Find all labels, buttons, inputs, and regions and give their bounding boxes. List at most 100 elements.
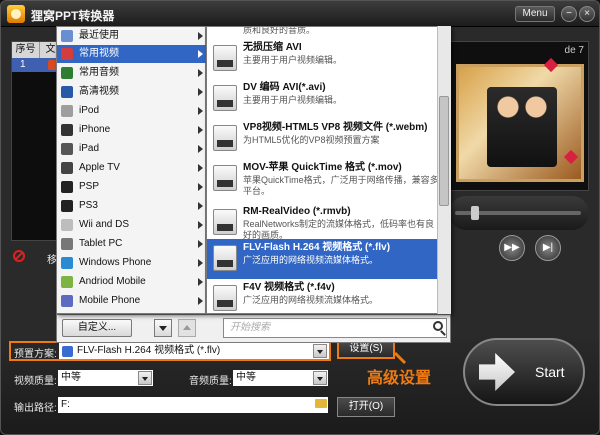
- category-label: Apple TV: [79, 162, 120, 173]
- category-item-ipad[interactable]: iPad: [57, 140, 207, 158]
- format-title: F4V 视频格式 (*.f4v): [243, 282, 335, 293]
- chevron-right-icon: [198, 240, 203, 248]
- chevron-right-icon: [198, 164, 203, 172]
- format-search-input[interactable]: 开始搜索: [223, 318, 447, 338]
- category-item-apple-tv[interactable]: Apple TV: [57, 159, 207, 177]
- mov-file-icon: [213, 165, 237, 191]
- f4v-file-icon: [213, 285, 237, 311]
- category-menu: 最近使用 常用视频 常用音频 高清视频 iPod iPhone iPad App…: [56, 26, 207, 314]
- music-icon: [61, 67, 73, 79]
- format-desc: 主要用于用户视频编辑。: [243, 55, 343, 65]
- scrollbar-thumb[interactable]: [439, 96, 449, 206]
- format-title: FLV-Flash H.264 视频格式 (*.flv): [243, 242, 391, 253]
- category-label: Mobile Phone: [79, 295, 141, 306]
- category-item-wii-ds[interactable]: Wii and DS: [57, 216, 207, 234]
- format-desc: 为HTML5优化的VP8视频预置方案: [243, 135, 380, 145]
- category-label: 高清视频: [79, 86, 119, 97]
- category-label: iPhone: [79, 124, 111, 135]
- chevron-right-icon: [198, 107, 203, 115]
- chevron-right-icon: [198, 126, 203, 134]
- chevron-right-icon: [198, 183, 203, 191]
- category-item-mobile-phone[interactable]: Mobile Phone: [57, 292, 207, 310]
- category-label: Windows Phone: [79, 257, 152, 268]
- format-title: DV 编码 AVI(*.avi): [243, 82, 326, 93]
- hd-icon: [61, 86, 73, 98]
- format-title: MOV-苹果 QuickTime 格式 (*.mov): [243, 162, 402, 173]
- category-item-ps3[interactable]: PS3: [57, 197, 207, 215]
- search-icon[interactable]: [433, 321, 443, 331]
- avi-file-icon: [213, 45, 237, 71]
- category-item-common-video[interactable]: 常用视频: [57, 45, 207, 63]
- category-item-iphone[interactable]: iPhone: [57, 121, 207, 139]
- category-label: iPod: [79, 105, 100, 116]
- chevron-right-icon: [198, 259, 203, 267]
- category-label: 常用视频: [79, 48, 119, 59]
- ipod-icon: [61, 105, 73, 117]
- category-item-hd-video[interactable]: 高清视频: [57, 83, 207, 101]
- annotation-arrow-line: [393, 351, 407, 365]
- avi-file-icon: [213, 85, 237, 111]
- windows-phone-icon: [61, 257, 73, 269]
- chevron-right-icon: [198, 297, 203, 305]
- chevron-right-icon: [198, 32, 203, 40]
- rm-file-icon: [213, 209, 237, 235]
- format-list: 质和良好的音质。 无损压缩 AVI 主要用于用户视频编辑。 DV 编码 AVI(…: [206, 26, 451, 314]
- chevron-right-icon: [198, 145, 203, 153]
- chevron-right-icon: [198, 69, 203, 77]
- film-icon: [61, 48, 73, 60]
- category-item-tablet-pc[interactable]: Tablet PC: [57, 235, 207, 253]
- format-item-dv-avi[interactable]: DV 编码 AVI(*.avi) 主要用于用户视频编辑。: [207, 79, 439, 119]
- format-desc: 苹果QuickTime格式，广泛用于网络传播，兼容多平台。: [243, 175, 439, 196]
- chevron-right-icon: [198, 278, 203, 286]
- app-window: 狸窝PPT转换器 Menu − × 序号 文 1 移 de 7 ▶▶ ▶| 预置…: [0, 0, 600, 435]
- format-title: RM-RealVideo (*.rmvb): [243, 206, 351, 217]
- tablet-icon: [61, 238, 73, 250]
- webm-file-icon: [213, 125, 237, 151]
- category-label: PS3: [79, 200, 98, 211]
- category-label: Wii and DS: [79, 219, 130, 230]
- psp-icon: [61, 181, 73, 193]
- format-item-mov[interactable]: MOV-苹果 QuickTime 格式 (*.mov) 苹果QuickTime格…: [207, 159, 439, 203]
- category-item-recent[interactable]: 最近使用: [57, 27, 207, 45]
- format-desc: 广泛应用的网络视频流媒体格式。: [243, 255, 379, 265]
- format-item-rmvb[interactable]: RM-RealVideo (*.rmvb) RealNetworks制定的流媒体…: [207, 203, 439, 243]
- category-label: 最近使用: [79, 30, 119, 41]
- format-desc: RealNetworks制定的流媒体格式，低码率也有良好的画质。: [243, 219, 435, 240]
- format-item-lossless-avi[interactable]: 无损压缩 AVI 主要用于用户视频编辑。: [207, 39, 439, 79]
- clock-icon: [61, 30, 73, 42]
- wii-icon: [61, 219, 73, 231]
- ipad-icon: [61, 143, 73, 155]
- category-label: iPad: [79, 143, 100, 154]
- chevron-right-icon: [198, 221, 203, 229]
- category-label: 常用音频: [79, 67, 119, 78]
- android-icon: [61, 276, 73, 288]
- chevron-right-icon: [198, 202, 203, 210]
- move-down-button[interactable]: [154, 319, 172, 337]
- iphone-icon: [61, 124, 73, 136]
- category-label: Andriod Mobile: [79, 276, 146, 287]
- format-title: VP8视频-HTML5 VP8 视频文件 (*.webm): [243, 122, 428, 133]
- mobile-phone-icon: [61, 295, 73, 307]
- category-item-common-audio[interactable]: 常用音频: [57, 64, 207, 82]
- move-up-button[interactable]: [178, 319, 196, 337]
- category-label: Tablet PC: [79, 238, 123, 249]
- appletv-icon: [61, 162, 73, 174]
- format-desc: 质和良好的音质。: [243, 26, 316, 35]
- flv-file-icon: [213, 245, 237, 271]
- format-item-webm[interactable]: VP8视频-HTML5 VP8 视频文件 (*.webm) 为HTML5优化的V…: [207, 119, 439, 159]
- format-item-flv[interactable]: FLV-Flash H.264 视频格式 (*.flv) 广泛应用的网络视频流媒…: [207, 239, 439, 279]
- category-item-psp[interactable]: PSP: [57, 178, 207, 196]
- format-desc: 广泛应用的网络视频流媒体格式。: [243, 295, 379, 305]
- format-item-f4v[interactable]: F4V 视频格式 (*.f4v) 广泛应用的网络视频流媒体格式。: [207, 279, 439, 313]
- chevron-right-icon: [198, 50, 203, 58]
- format-title: 无损压缩 AVI: [243, 42, 302, 53]
- chevron-right-icon: [198, 88, 203, 96]
- category-item-ipod[interactable]: iPod: [57, 102, 207, 120]
- custom-button[interactable]: 自定义...: [62, 319, 132, 337]
- format-desc: 主要用于用户视频编辑。: [243, 95, 343, 105]
- category-item-android-mobile[interactable]: Andriod Mobile: [57, 273, 207, 291]
- category-label: PSP: [79, 181, 100, 192]
- format-item-partial[interactable]: 质和良好的音质。: [207, 26, 439, 37]
- category-item-windows-phone[interactable]: Windows Phone: [57, 254, 207, 272]
- ps3-icon: [61, 200, 73, 212]
